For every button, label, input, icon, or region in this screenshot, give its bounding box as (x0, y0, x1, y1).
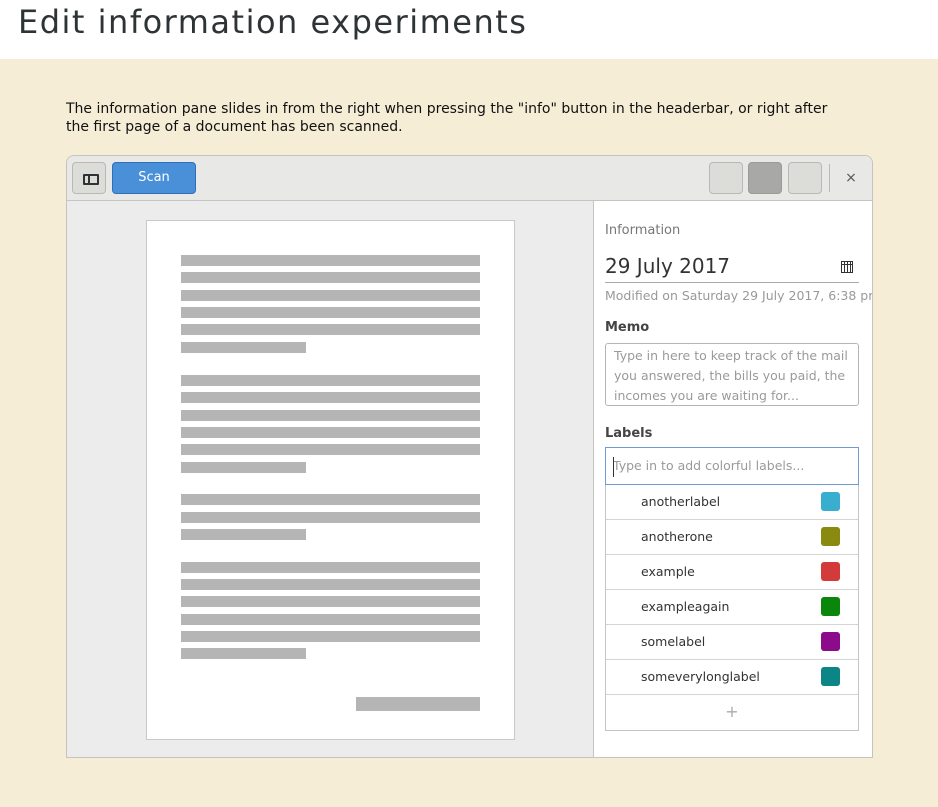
label-row[interactable]: someverylonglabel (606, 660, 858, 695)
description-text: The information pane slides in from the … (66, 101, 828, 135)
page-title: Edit information experiments (18, 3, 528, 41)
headerbar-separator (829, 164, 830, 192)
label-row[interactable]: example (606, 555, 858, 590)
label-color-swatch[interactable] (821, 667, 840, 686)
toolbar-button-3[interactable] (788, 162, 822, 194)
app-window: Scan × Information 29 July 2017 Modified… (66, 155, 873, 758)
text-line (181, 444, 480, 455)
date-underline (605, 282, 859, 283)
document-page[interactable] (146, 220, 515, 740)
label-name: example (641, 564, 695, 579)
information-heading: Information (605, 223, 681, 238)
labels-input[interactable]: Type in to add colorful labels... (605, 447, 859, 485)
close-icon: × (845, 170, 857, 186)
plus-icon: + (725, 702, 739, 721)
label-color-swatch[interactable] (821, 562, 840, 581)
text-caret (613, 457, 614, 477)
label-name: somelabel (641, 634, 706, 649)
text-line (181, 290, 480, 301)
label-color-swatch[interactable] (821, 632, 840, 651)
text-line (181, 375, 480, 386)
label-row[interactable]: exampleagain (606, 590, 858, 625)
text-line (181, 596, 480, 607)
text-line (181, 648, 306, 659)
label-color-swatch[interactable] (821, 597, 840, 616)
label-name: someverylonglabel (641, 669, 760, 684)
text-line (356, 697, 480, 711)
headerbar: Scan × (67, 156, 872, 201)
label-row[interactable]: somelabel (606, 625, 858, 660)
text-line (181, 494, 480, 505)
text-line (181, 255, 480, 266)
text-line (181, 324, 480, 335)
text-line (181, 272, 480, 283)
text-line (181, 427, 480, 438)
text-line (181, 307, 480, 318)
labels-list: anotherlabel anotherone example examplea… (605, 485, 859, 731)
text-line (181, 579, 480, 590)
text-line (181, 614, 480, 625)
calendar-icon[interactable] (841, 261, 853, 273)
toolbar-button-1[interactable] (709, 162, 743, 194)
label-name: exampleagain (641, 599, 730, 614)
label-name: anotherone (641, 529, 713, 544)
date-field[interactable]: 29 July 2017 (605, 254, 730, 278)
label-row[interactable]: anotherlabel (606, 485, 858, 520)
text-line (181, 462, 306, 473)
sidebar-toggle-button[interactable] (72, 162, 106, 194)
scan-button[interactable]: Scan (112, 162, 196, 194)
text-line (181, 562, 480, 573)
text-line (181, 529, 306, 540)
sidebar-icon (83, 174, 99, 185)
text-line (181, 392, 480, 403)
label-color-swatch[interactable] (821, 492, 840, 511)
close-button[interactable]: × (839, 162, 863, 194)
labels-input-placeholder: Type in to add colorful labels... (613, 458, 805, 473)
modified-text: Modified on Saturday 29 July 2017, 6:38 … (605, 288, 873, 303)
document-view[interactable] (67, 201, 593, 757)
label-color-swatch[interactable] (821, 527, 840, 546)
add-label-button[interactable]: + (606, 695, 858, 730)
text-line (181, 410, 480, 421)
label-name: anotherlabel (641, 494, 721, 509)
text-line (181, 342, 306, 353)
page-header: Edit information experiments (0, 0, 938, 59)
memo-heading: Memo (605, 320, 650, 335)
label-row[interactable]: anotherone (606, 520, 858, 555)
memo-textarea[interactable]: Type in here to keep track of the mail y… (605, 343, 859, 406)
information-pane: Information 29 July 2017 Modified on Sat… (593, 201, 873, 757)
toolbar-button-2[interactable] (748, 162, 782, 194)
text-line (181, 631, 480, 642)
labels-heading: Labels (605, 426, 653, 441)
text-line (181, 512, 480, 523)
